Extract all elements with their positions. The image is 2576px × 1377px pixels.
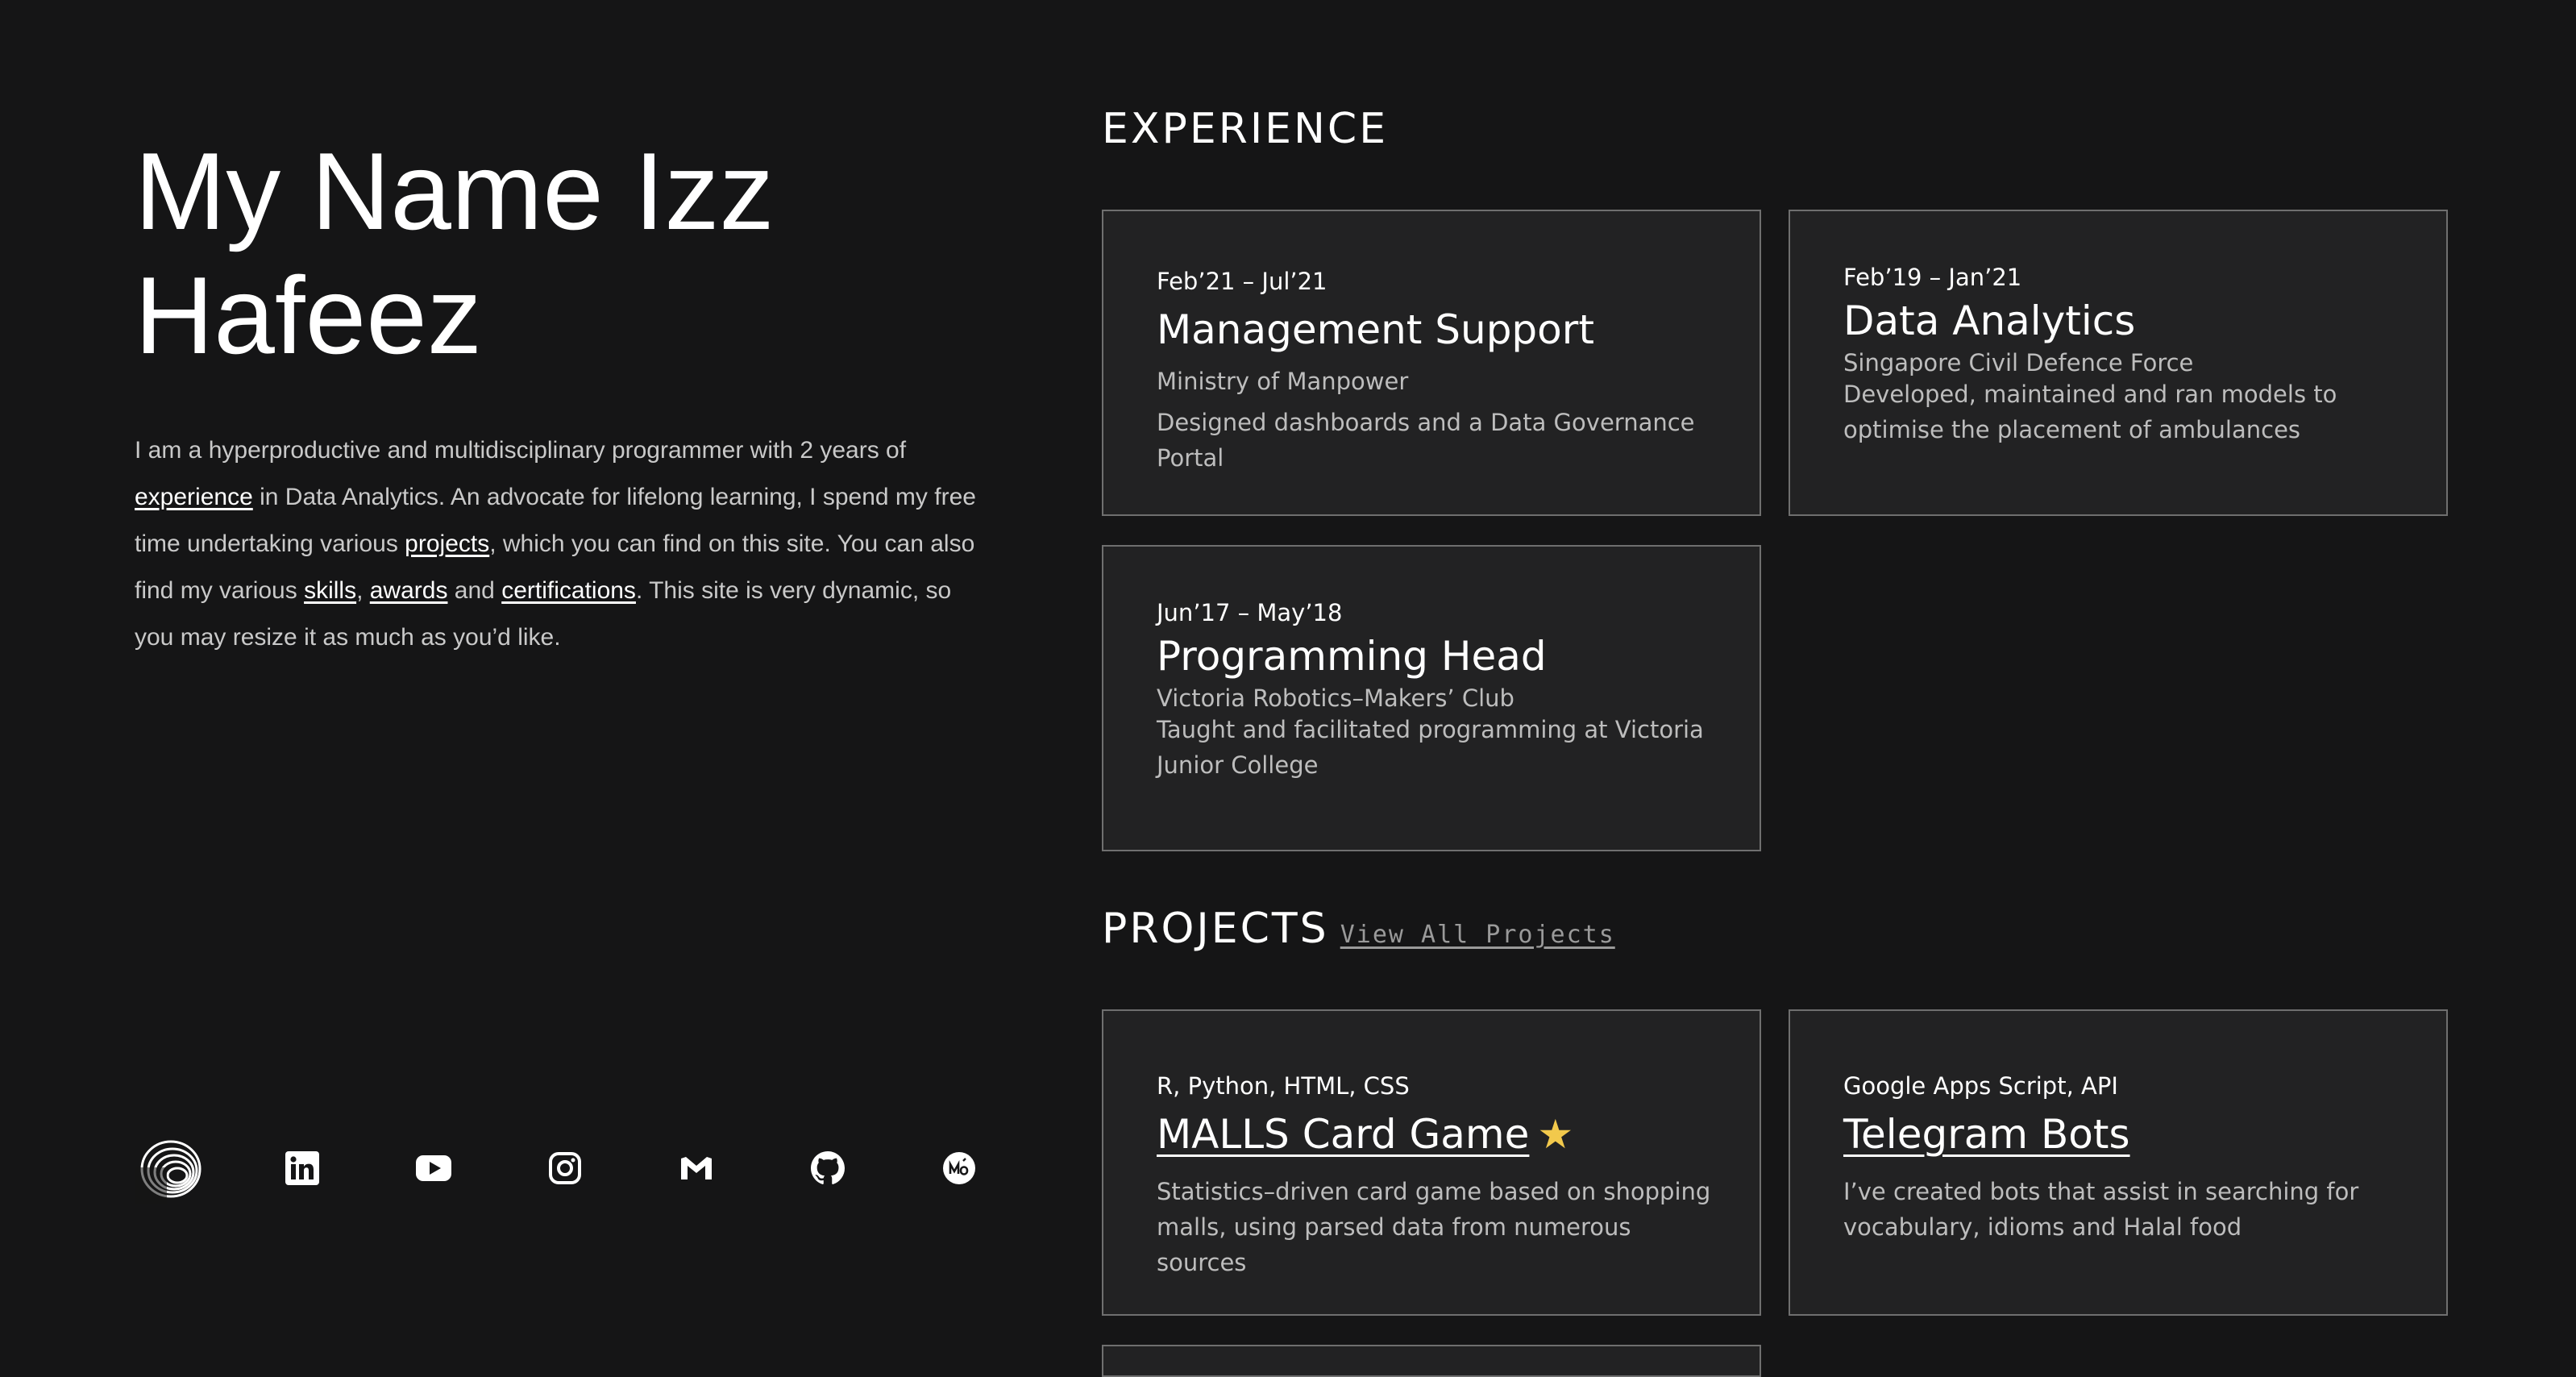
linkedin-icon[interactable] (266, 1132, 339, 1204)
bio-text: and (447, 577, 502, 604)
experience-title: Management Support (1157, 306, 1594, 353)
project-description: Statistics–driven card game based on sho… (1157, 1178, 1711, 1276)
experience-title: Data Analytics (1843, 297, 2136, 344)
content-column: EXPERIENCE Feb’21 – Jul’21 Management Su… (1102, 0, 2472, 1377)
instagram-icon[interactable] (529, 1132, 601, 1204)
projects-heading-text: PROJECTS (1102, 905, 1329, 953)
star-icon: ★ (1537, 1111, 1574, 1158)
project-card-partial[interactable] (1102, 1345, 1761, 1377)
projects-heading: PROJECTS View All Projects (1102, 905, 1615, 953)
skills-link[interactable]: skills (304, 577, 356, 604)
project-description: I’ve created bots that assist in searchi… (1843, 1178, 2359, 1241)
gmail-icon[interactable] (660, 1132, 733, 1204)
bio-text: I am a hyperproductive and multidiscipli… (135, 437, 907, 464)
intro-column: My Name Izz Hafeez I am a hyperproductiv… (135, 0, 989, 1366)
bio-text: , (356, 577, 370, 604)
experience-date: Feb’19 – Jan’21 (1843, 264, 2022, 291)
certifications-link[interactable]: certifications (501, 577, 636, 604)
medium-icon[interactable] (923, 1132, 995, 1204)
experience-organisation: Victoria Robotics–Makers’ Club (1157, 684, 1514, 712)
experience-heading: EXPERIENCE (1102, 105, 1389, 153)
experience-card[interactable]: Feb’19 – Jan’21 Data Analytics Singapore… (1789, 210, 2448, 516)
view-all-projects-link[interactable]: View All Projects (1340, 921, 1615, 949)
experience-organisation: Ministry of Manpower (1157, 368, 1409, 395)
github-icon[interactable] (791, 1132, 864, 1204)
experience-description: Designed dashboards and a Data Governanc… (1157, 409, 1695, 472)
project-title-link[interactable]: Telegram Bots (1843, 1111, 2414, 1158)
project-card[interactable]: R, Python, HTML, CSS MALLS Card Game ★ St… (1102, 1009, 1761, 1316)
experience-card[interactable]: Feb’21 – Jul’21 Management Support Minis… (1102, 210, 1761, 516)
experience-date: Jun’17 – May’18 (1157, 599, 1343, 626)
experience-title: Programming Head (1157, 633, 1547, 680)
experience-link[interactable]: experience (135, 484, 253, 510)
experience-card[interactable]: Jun’17 – May’18 Programming Head Victori… (1102, 545, 1761, 851)
page-title: My Name Izz Hafeez (135, 130, 775, 376)
youtube-icon[interactable] (397, 1132, 470, 1204)
site-logo-icon[interactable] (135, 1132, 207, 1204)
social-links (135, 1132, 989, 1204)
project-title-link[interactable]: MALLS Card Game (1157, 1111, 1529, 1158)
project-tags: R, Python, HTML, CSS (1157, 1072, 1410, 1100)
project-title: MALLS Card Game ★ (1157, 1111, 1727, 1158)
experience-description: Developed, maintained and ran models to … (1843, 381, 2337, 443)
experience-organisation: Singapore Civil Defence Force (1843, 349, 2194, 376)
bio-paragraph: I am a hyperproductive and multidiscipli… (135, 427, 989, 661)
experience-date: Feb’21 – Jul’21 (1157, 268, 1327, 295)
project-card[interactable]: Google Apps Script, API Telegram Bots I’… (1789, 1009, 2448, 1316)
project-tags: Google Apps Script, API (1843, 1072, 2118, 1100)
experience-description: Taught and facilitated programming at Vi… (1157, 716, 1704, 779)
awards-link[interactable]: awards (370, 577, 448, 604)
projects-link[interactable]: projects (405, 530, 489, 557)
